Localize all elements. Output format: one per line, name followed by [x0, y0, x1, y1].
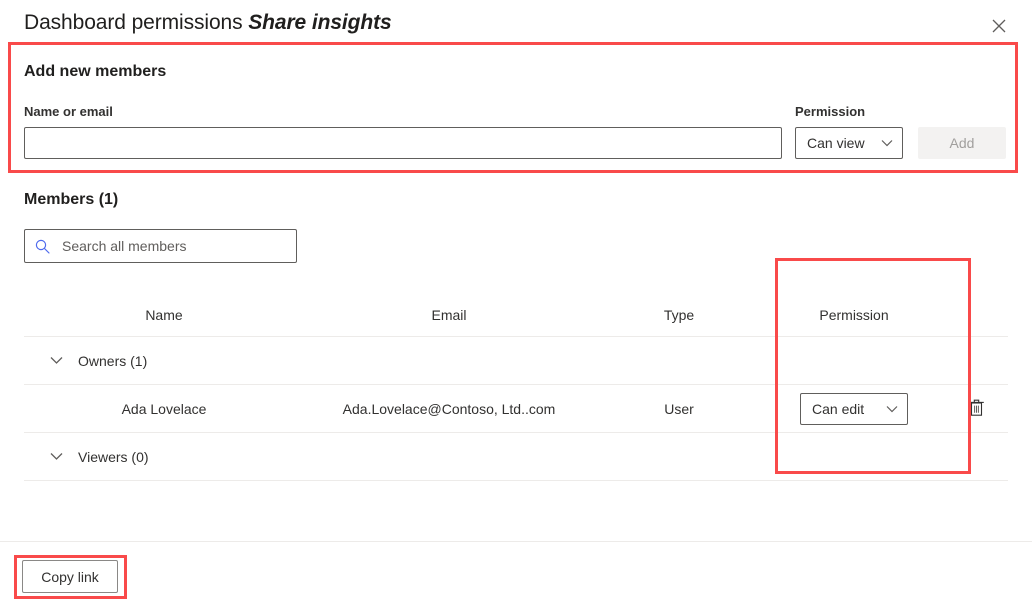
permission-dropdown-member[interactable]: Can edit — [800, 392, 908, 425]
group-row-owners[interactable]: Owners (1) — [24, 337, 1008, 385]
members-table: Name Email Type Permission Owners (1) Ad… — [24, 293, 1008, 481]
add-button[interactable]: Add — [918, 127, 1006, 159]
search-members-input[interactable] — [60, 237, 288, 255]
table-header-row: Name Email Type Permission — [24, 293, 1008, 337]
close-icon — [992, 19, 1006, 33]
member-actions-cell — [944, 393, 1008, 425]
permission-dropdown-member-value: Can edit — [812, 400, 865, 417]
chevron-down-icon — [886, 405, 898, 413]
column-header-email: Email — [431, 306, 467, 323]
dialog-title-main: Dashboard permissions — [24, 11, 243, 34]
permission-label: Permission — [795, 104, 866, 119]
members-heading: Members (1) — [24, 191, 119, 208]
member-name: Ada Lovelace — [121, 400, 207, 417]
add-new-members-section: Add new members Name or email Permission… — [24, 62, 1008, 159]
column-header-permission: Permission — [819, 306, 889, 323]
footer-divider — [0, 541, 1032, 542]
table-row: Ada Lovelace Ada.Lovelace@Contoso, Ltd..… — [24, 385, 1008, 433]
permission-dropdown-new[interactable]: Can view — [795, 127, 903, 159]
close-button[interactable] — [983, 10, 1015, 42]
group-label-viewers: Viewers (0) — [78, 448, 149, 465]
name-or-email-input[interactable] — [24, 127, 782, 159]
share-permissions-dialog: Dashboard permissions Share insights Add… — [0, 0, 1032, 610]
member-permission-cell: Can edit — [764, 392, 944, 425]
page-title: Dashboard permissions Share insights — [24, 11, 392, 35]
add-new-members-heading: Add new members — [24, 63, 167, 80]
delete-member-button[interactable] — [960, 393, 992, 425]
search-icon — [35, 239, 50, 254]
trash-icon — [968, 398, 985, 420]
permission-dropdown-new-value: Can view — [807, 135, 865, 151]
dialog-title-subject: Share insights — [248, 11, 392, 34]
chevron-down-icon[interactable] — [36, 337, 76, 384]
name-or-email-label: Name or email — [24, 104, 113, 119]
column-header-name: Name — [145, 306, 183, 323]
chevron-down-icon[interactable] — [36, 433, 76, 480]
group-label-owners: Owners (1) — [78, 352, 148, 369]
chevron-down-icon — [881, 139, 893, 147]
copy-link-button[interactable]: Copy link — [22, 560, 118, 593]
search-members-box[interactable] — [24, 229, 297, 263]
column-header-type: Type — [663, 306, 695, 323]
group-row-viewers[interactable]: Viewers (0) — [24, 433, 1008, 481]
member-type: User — [664, 400, 694, 417]
member-email: Ada.Lovelace@Contoso, Ltd..com — [342, 400, 556, 417]
